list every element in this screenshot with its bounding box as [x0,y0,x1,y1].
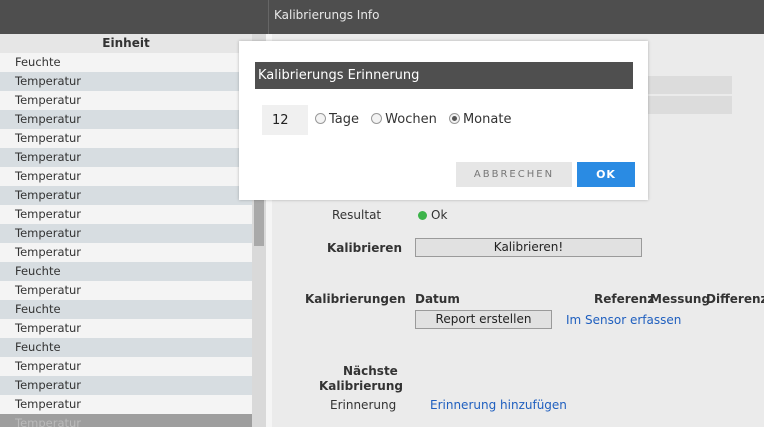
cancel-button[interactable]: ABBRECHEN [456,162,572,187]
list-item[interactable]: Temperatur [0,224,252,243]
kalibrierungen-label: Kalibrierungen [305,292,406,306]
list-item[interactable]: Temperatur [0,376,252,395]
list-item[interactable]: Temperatur [0,186,252,205]
list-item[interactable]: Temperatur [0,72,252,91]
column-differenz: Differenz [706,292,764,306]
list-item[interactable]: Feuchte [0,262,252,281]
list-item[interactable]: Temperatur [0,395,252,414]
im-sensor-erfassen-link[interactable]: Im Sensor erfassen [566,313,681,327]
list-item[interactable]: Temperatur [0,319,252,338]
reminder-dialog: Kalibrierungs Erinnerung Tage Wochen Mon… [239,41,648,200]
list-item[interactable]: Feuchte [0,300,252,319]
list-item[interactable]: Temperatur [0,129,252,148]
unit-radio-group: Tage Wochen Monate [315,112,519,127]
radio-monate[interactable] [448,113,460,124]
sensor-list: Einheit Feuchte Temperatur Temperatur Tempe… [0,34,252,427]
report-erstellen-button[interactable]: Report erstellen [415,310,552,329]
list-item[interactable]: Temperatur [0,414,252,427]
list-item[interactable]: Temperatur [0,110,252,129]
radio-tage-label[interactable]: Tage [329,112,359,127]
ok-button[interactable]: OK [577,162,635,187]
column-datum: Datum [415,292,460,306]
list-item[interactable]: Temperatur [0,281,252,300]
page-title: Kalibrierungs Info [274,8,380,22]
resultat-value: Ok [418,208,447,222]
resultat-text: Ok [431,208,448,222]
column-messung: Messung [650,292,711,306]
list-item[interactable]: Temperatur [0,91,252,110]
kalibrieren-label: Kalibrieren [327,241,402,255]
list-header-einheit[interactable]: Einheit [0,34,252,53]
radio-monate-label[interactable]: Monate [463,112,511,127]
quantity-input[interactable] [262,105,308,135]
naechste-label-line1: Nächste [343,364,398,378]
status-ok-icon [418,211,427,220]
radio-wochen-label[interactable]: Wochen [385,112,437,127]
dialog-title: Kalibrierungs Erinnerung [255,62,633,89]
list-item[interactable]: Temperatur [0,148,252,167]
column-referenz: Referenz [594,292,655,306]
erinnerung-hinzufuegen-link[interactable]: Erinnerung hinzufügen [430,398,567,412]
resultat-label: Resultat [332,208,382,222]
list-item[interactable]: Feuchte [0,53,252,72]
radio-wochen[interactable] [371,113,383,124]
list-item[interactable]: Temperatur [0,357,252,376]
list-item[interactable]: Temperatur [0,243,252,262]
list-item[interactable]: Temperatur [0,167,252,186]
list-item[interactable]: Feuchte [0,338,252,357]
top-bar: Kalibrierungs Info [0,0,764,34]
radio-tage[interactable] [315,113,326,124]
list-item[interactable]: Temperatur [0,205,252,224]
naechste-label-line2: Kalibrierung [319,379,403,393]
erinnerung-label: Erinnerung [330,398,397,412]
topbar-divider [268,0,269,34]
kalibrieren-button[interactable]: Kalibrieren! [415,238,642,257]
